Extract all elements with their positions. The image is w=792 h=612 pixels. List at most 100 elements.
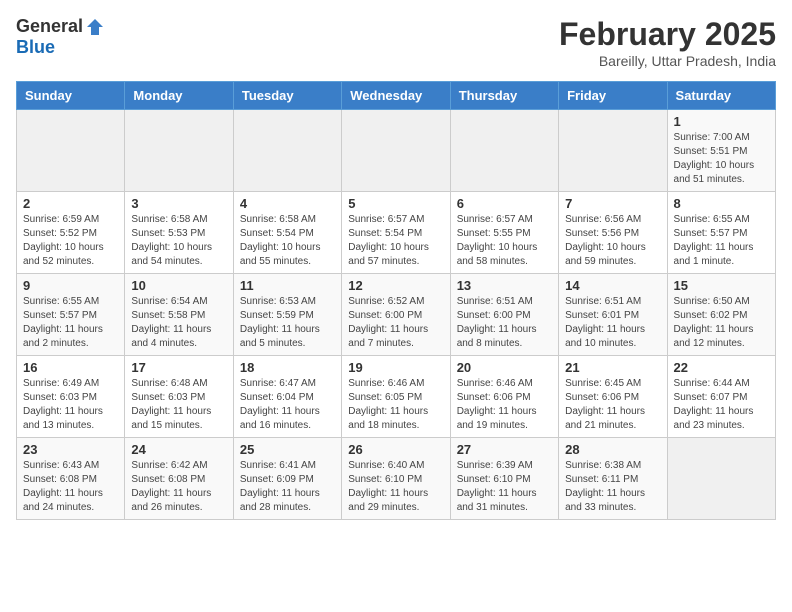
weekday-header-sunday: Sunday (17, 82, 125, 110)
calendar-cell: 18 Sunrise: 6:47 AMSunset: 6:04 PMDayligh… (233, 356, 341, 438)
day-info: Sunrise: 6:48 AMSunset: 6:03 PMDaylight:… (131, 377, 226, 433)
calendar-week-row: 9Sunrise: 6:55 AMSunset: 5:57 PMDaylight… (17, 274, 776, 356)
calendar-week-row: 16 Sunrise: 6:49 AMSunset: 6:03 PMDayligh… (17, 356, 776, 438)
calendar-cell: 28 Sunrise: 6:38 AMSunset: 6:11 PMDayligh… (559, 438, 667, 520)
calendar-week-row: 23Sunrise: 6:43 AMSunset: 6:08 PMDayligh… (17, 438, 776, 520)
day-info: Sunrise: 6:39 AMSunset: 6:10 PMDaylight:… (457, 459, 552, 515)
calendar-cell (17, 110, 125, 192)
calendar-cell (450, 110, 558, 192)
calendar-cell: 17Sunrise: 6:48 AMSunset: 6:03 PMDayligh… (125, 356, 233, 438)
calendar-cell: 15 Sunrise: 6:50 AMSunset: 6:02 PMDayligh… (667, 274, 775, 356)
calendar-cell: 27 Sunrise: 6:39 AMSunset: 6:10 PMDayligh… (450, 438, 558, 520)
day-info: Sunrise: 6:41 AMSunset: 6:09 PMDaylight:… (240, 459, 335, 515)
calendar-cell: 4 Sunrise: 6:58 AMSunset: 5:54 PMDaylight… (233, 192, 341, 274)
day-info: Sunrise: 6:40 AMSunset: 6:10 PMDaylight:… (348, 459, 443, 515)
weekday-header-wednesday: Wednesday (342, 82, 450, 110)
day-number: 10 (131, 278, 226, 293)
logo: General Blue (16, 16, 105, 58)
calendar-cell: 19 Sunrise: 6:46 AMSunset: 6:05 PMDayligh… (342, 356, 450, 438)
calendar-cell: 6Sunrise: 6:57 AMSunset: 5:55 PMDaylight… (450, 192, 558, 274)
day-info: Sunrise: 6:42 AMSunset: 6:08 PMDaylight:… (131, 459, 226, 515)
day-number: 14 (565, 278, 660, 293)
day-info: Sunrise: 6:50 AMSunset: 6:02 PMDaylight:… (674, 295, 769, 351)
day-number: 1 (674, 114, 769, 129)
day-number: 27 (457, 442, 552, 457)
weekday-header-monday: Monday (125, 82, 233, 110)
day-info: Sunrise: 6:45 AMSunset: 6:06 PMDaylight:… (565, 377, 660, 433)
day-number: 13 (457, 278, 552, 293)
day-number: 25 (240, 442, 335, 457)
page-header: General Blue February 2025 Bareilly, Utt… (16, 16, 776, 69)
calendar-cell: 24 Sunrise: 6:42 AMSunset: 6:08 PMDayligh… (125, 438, 233, 520)
calendar-cell (342, 110, 450, 192)
day-info: Sunrise: 6:49 AMSunset: 6:03 PMDaylight:… (23, 377, 118, 433)
weekday-header-thursday: Thursday (450, 82, 558, 110)
calendar-cell: 22 Sunrise: 6:44 AMSunset: 6:07 PMDayligh… (667, 356, 775, 438)
logo-general-text: General (16, 16, 83, 37)
calendar-cell: 1 Sunrise: 7:00 AMSunset: 5:51 PMDaylight… (667, 110, 775, 192)
day-info: Sunrise: 6:58 AMSunset: 5:53 PMDaylight:… (131, 213, 226, 269)
day-info: Sunrise: 6:55 AMSunset: 5:57 PMDaylight:… (674, 213, 769, 269)
day-info: Sunrise: 6:59 AMSunset: 5:52 PMDaylight:… (23, 213, 118, 269)
day-info: Sunrise: 6:43 AMSunset: 6:08 PMDaylight:… (23, 459, 118, 515)
logo-blue-text: Blue (16, 37, 55, 58)
title-section: February 2025 Bareilly, Uttar Pradesh, I… (559, 16, 776, 69)
calendar-cell: 9Sunrise: 6:55 AMSunset: 5:57 PMDaylight… (17, 274, 125, 356)
calendar-cell: 16 Sunrise: 6:49 AMSunset: 6:03 PMDayligh… (17, 356, 125, 438)
day-number: 16 (23, 360, 118, 375)
weekday-header-friday: Friday (559, 82, 667, 110)
calendar-cell (125, 110, 233, 192)
day-number: 28 (565, 442, 660, 457)
calendar-cell (233, 110, 341, 192)
day-number: 18 (240, 360, 335, 375)
calendar-cell: 8 Sunrise: 6:55 AMSunset: 5:57 PMDaylight… (667, 192, 775, 274)
day-number: 4 (240, 196, 335, 211)
day-number: 22 (674, 360, 769, 375)
calendar-cell (559, 110, 667, 192)
day-number: 26 (348, 442, 443, 457)
calendar-cell: 2 Sunrise: 6:59 AMSunset: 5:52 PMDaylight… (17, 192, 125, 274)
calendar-cell: 26 Sunrise: 6:40 AMSunset: 6:10 PMDayligh… (342, 438, 450, 520)
calendar-cell: 12 Sunrise: 6:52 AMSunset: 6:00 PMDayligh… (342, 274, 450, 356)
day-number: 21 (565, 360, 660, 375)
day-number: 8 (674, 196, 769, 211)
day-info: Sunrise: 6:51 AMSunset: 6:00 PMDaylight:… (457, 295, 552, 351)
calendar-cell: 7 Sunrise: 6:56 AMSunset: 5:56 PMDaylight… (559, 192, 667, 274)
day-info: Sunrise: 6:58 AMSunset: 5:54 PMDaylight:… (240, 213, 335, 269)
location-text: Bareilly, Uttar Pradesh, India (559, 53, 776, 69)
calendar-cell: 25 Sunrise: 6:41 AMSunset: 6:09 PMDayligh… (233, 438, 341, 520)
day-info: Sunrise: 6:53 AMSunset: 5:59 PMDaylight:… (240, 295, 335, 351)
day-number: 20 (457, 360, 552, 375)
calendar-week-row: 1 Sunrise: 7:00 AMSunset: 5:51 PMDaylight… (17, 110, 776, 192)
calendar-cell: 21 Sunrise: 6:45 AMSunset: 6:06 PMDayligh… (559, 356, 667, 438)
day-number: 3 (131, 196, 226, 211)
day-info: Sunrise: 6:47 AMSunset: 6:04 PMDaylight:… (240, 377, 335, 433)
day-number: 15 (674, 278, 769, 293)
day-info: Sunrise: 6:56 AMSunset: 5:56 PMDaylight:… (565, 213, 660, 269)
calendar-cell: 5Sunrise: 6:57 AMSunset: 5:54 PMDaylight… (342, 192, 450, 274)
calendar-cell: 23Sunrise: 6:43 AMSunset: 6:08 PMDayligh… (17, 438, 125, 520)
day-info: Sunrise: 6:52 AMSunset: 6:00 PMDaylight:… (348, 295, 443, 351)
day-info: Sunrise: 6:57 AMSunset: 5:54 PMDaylight:… (348, 213, 443, 269)
calendar-cell: 11 Sunrise: 6:53 AMSunset: 5:59 PMDayligh… (233, 274, 341, 356)
day-info: Sunrise: 6:44 AMSunset: 6:07 PMDaylight:… (674, 377, 769, 433)
month-year-title: February 2025 (559, 16, 776, 53)
day-number: 2 (23, 196, 118, 211)
weekday-header-saturday: Saturday (667, 82, 775, 110)
calendar-week-row: 2 Sunrise: 6:59 AMSunset: 5:52 PMDaylight… (17, 192, 776, 274)
weekday-header-row: SundayMondayTuesdayWednesdayThursdayFrid… (17, 82, 776, 110)
day-info: Sunrise: 6:57 AMSunset: 5:55 PMDaylight:… (457, 213, 552, 269)
day-number: 19 (348, 360, 443, 375)
day-info: Sunrise: 6:38 AMSunset: 6:11 PMDaylight:… (565, 459, 660, 515)
day-number: 7 (565, 196, 660, 211)
day-info: Sunrise: 7:00 AMSunset: 5:51 PMDaylight:… (674, 131, 769, 187)
day-number: 12 (348, 278, 443, 293)
calendar-cell: 14Sunrise: 6:51 AMSunset: 6:01 PMDayligh… (559, 274, 667, 356)
calendar-table: SundayMondayTuesdayWednesdayThursdayFrid… (16, 81, 776, 520)
weekday-header-tuesday: Tuesday (233, 82, 341, 110)
day-info: Sunrise: 6:46 AMSunset: 6:06 PMDaylight:… (457, 377, 552, 433)
calendar-cell: 13 Sunrise: 6:51 AMSunset: 6:00 PMDayligh… (450, 274, 558, 356)
day-info: Sunrise: 6:46 AMSunset: 6:05 PMDaylight:… (348, 377, 443, 433)
day-number: 11 (240, 278, 335, 293)
day-number: 24 (131, 442, 226, 457)
